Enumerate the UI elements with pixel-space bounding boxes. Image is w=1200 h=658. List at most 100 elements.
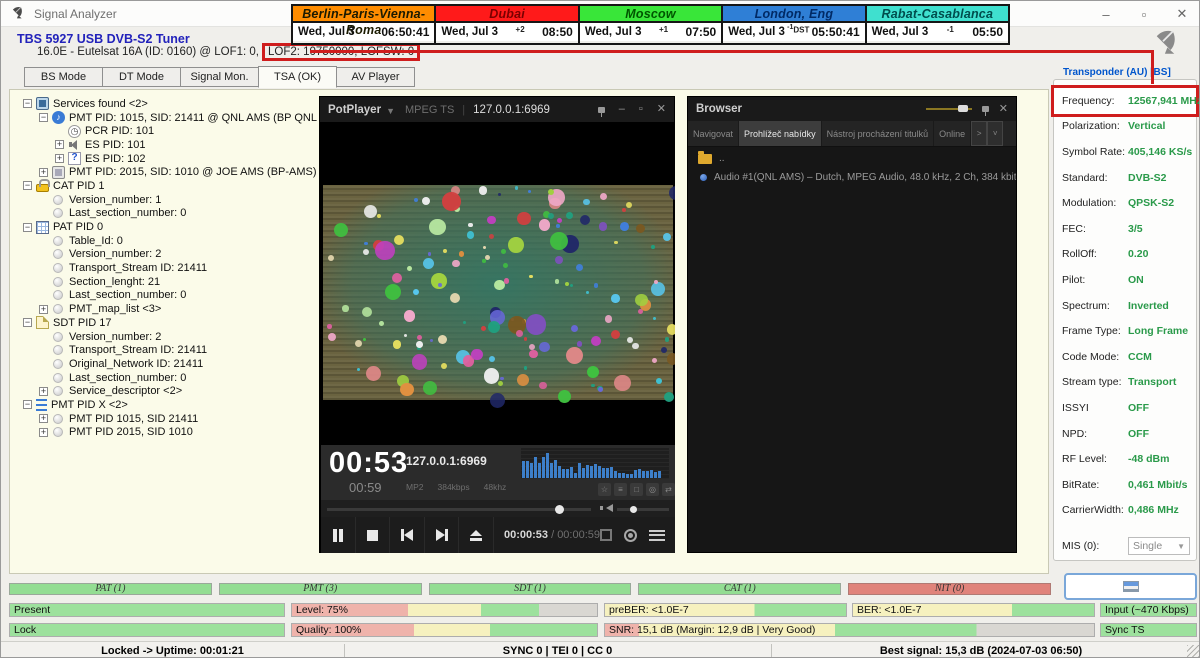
seek-handle[interactable] (555, 505, 564, 514)
maximize-button[interactable]: ▫ (1125, 1, 1163, 27)
ber-bar: BER: <1.0E-7 (852, 603, 1095, 617)
tree-expander-icon[interactable]: + (55, 140, 64, 149)
tree-expander-icon[interactable]: + (39, 428, 48, 437)
potplayer-minimize-icon[interactable]: – (619, 104, 625, 115)
potplayer-titlebar[interactable]: PotPlayer ▼ MPEG TS | 127.0.0.1:6969 – ▫… (320, 97, 674, 122)
potplayer-close-icon[interactable]: ✕ (657, 104, 666, 115)
settings-gear-icon[interactable] (624, 529, 637, 542)
playlist-toggle-icon[interactable] (600, 529, 612, 541)
menu-hamburger-icon[interactable] (649, 530, 665, 541)
tree-item[interactable]: ◷PCR PID: 101 (21, 124, 317, 138)
transponder-label: Frequency: (1062, 95, 1128, 107)
resize-grip[interactable] (1187, 645, 1200, 658)
tab-bs-mode[interactable]: BS Mode (24, 67, 103, 87)
viz-button-2[interactable]: ≡ (614, 483, 627, 496)
tab-dt-mode[interactable]: DT Mode (102, 67, 181, 87)
browser-tab[interactable]: Online (934, 121, 971, 146)
tree-item[interactable]: +PMT_map_list <3> (21, 302, 317, 316)
tree-expander-icon[interactable]: + (39, 387, 48, 396)
transponder-value: 12567,941 MHz (1128, 95, 1200, 107)
tree-item[interactable]: −Services found <2> (21, 97, 317, 111)
tree-item[interactable]: Table_Id: 0 (21, 234, 317, 248)
tree-expander-icon[interactable]: − (23, 99, 32, 108)
tab-signal-mon-[interactable]: Signal Mon. (180, 67, 259, 87)
transponder-label: BitRate: (1062, 479, 1128, 491)
volume-handle[interactable] (630, 506, 637, 513)
close-button[interactable]: ✕ (1163, 1, 1200, 27)
eject-button[interactable] (459, 517, 494, 553)
browser-tab[interactable]: Prohlížeč nabídky (739, 121, 822, 146)
tree-item[interactable]: −PAT PID 0 (21, 220, 317, 234)
pause-button[interactable] (321, 517, 356, 553)
folder-up-item[interactable]: .. (688, 147, 1016, 166)
viz-button-1[interactable]: ☆ (598, 483, 611, 496)
tree-item[interactable]: +PMT PID 1015, SID 21411 (21, 412, 317, 426)
tree-item[interactable]: Last_section_number: 0 (21, 207, 317, 221)
browser-pin-icon[interactable] (982, 106, 989, 112)
transponder-row: Polarization:Vertical (1054, 114, 1196, 140)
tree-item[interactable]: Version_number: 2 (21, 330, 317, 344)
tree-item[interactable]: Original_Network ID: 21411 (21, 357, 317, 371)
seek-slider[interactable] (327, 508, 591, 511)
tree-item[interactable]: +PMT PID 2015, SID 1010 (21, 426, 317, 440)
tree-item[interactable]: −CAT PID 1 (21, 179, 317, 193)
tree-item-label: SDT PID 17 (53, 317, 112, 329)
browser-tab[interactable]: Nástroj procházení titulků (822, 121, 935, 146)
viz-button-3[interactable]: □ (630, 483, 643, 496)
mis-dropdown[interactable]: Single ▼ (1128, 537, 1190, 555)
tab-av-player[interactable]: AV Player (336, 67, 415, 87)
browser-slider-handle[interactable] (958, 105, 968, 112)
volume-icon[interactable] (602, 504, 613, 512)
next-button[interactable] (425, 517, 460, 553)
dot-icon (53, 208, 63, 218)
potplayer-maximize-icon[interactable]: ▫ (639, 104, 643, 115)
tree-item[interactable]: Section_lenght: 21 (21, 275, 317, 289)
tree-expander-icon[interactable]: − (23, 223, 32, 232)
tree-expander-icon[interactable]: + (39, 168, 48, 177)
ts-record-button[interactable] (1064, 573, 1197, 600)
tree-item[interactable]: Transport_Stream ID: 21411 (21, 261, 317, 275)
tree-expander-icon[interactable]: − (23, 400, 32, 409)
video-area[interactable] (321, 122, 675, 445)
viz-button-4[interactable]: ◎ (646, 483, 659, 496)
tree-item[interactable]: Version_number: 1 (21, 193, 317, 207)
tree-expander-icon[interactable]: − (23, 181, 32, 190)
previous-button[interactable] (390, 517, 425, 553)
tab-tsa-ok-[interactable]: TSA (OK) (258, 66, 337, 88)
browser-slider[interactable] (926, 108, 972, 110)
stop-button[interactable] (356, 517, 391, 553)
tree-item[interactable]: Last_section_number: 0 (21, 289, 317, 303)
viz-button-5[interactable]: ⇄ (662, 483, 675, 496)
lock-indicator: Lock (9, 623, 285, 637)
audio-track-item[interactable]: Audio #1(QNL AMS) – Dutch, MPEG Audio, 4… (688, 166, 1016, 185)
browser-next-icon[interactable]: > (971, 121, 987, 146)
volume-slider[interactable] (617, 508, 669, 511)
tree-item[interactable]: +?ES PID: 102 (21, 152, 317, 166)
tree-item[interactable]: −♪PMT PID: 1015, SID: 21411 @ QNL AMS (B… (21, 111, 317, 125)
app-satellite-icon (11, 4, 26, 24)
browser-titlebar[interactable]: Browser ✕ (688, 97, 1016, 121)
tree-item[interactable]: Last_section_number: 0 (21, 371, 317, 385)
tree-expander-icon[interactable]: + (39, 305, 48, 314)
potplayer-menu[interactable]: PotPlayer (328, 104, 381, 116)
tree-item[interactable]: −PMT PID X <2> (21, 398, 317, 412)
dot-icon (53, 290, 63, 300)
tree-item[interactable]: +ES PID: 101 (21, 138, 317, 152)
tree-item[interactable]: +PMT PID: 2015, SID: 1010 @ JOE AMS (BP-… (21, 165, 317, 179)
minimize-button[interactable]: – (1087, 1, 1125, 27)
browser-close-icon[interactable]: ✕ (999, 104, 1008, 115)
tree-expander-icon[interactable]: + (39, 414, 48, 423)
browser-more-icon[interactable]: ˅ (987, 121, 1003, 146)
tree-expander-icon[interactable]: + (55, 154, 64, 163)
pin-icon[interactable] (598, 107, 605, 113)
tree-expander-icon[interactable]: − (39, 113, 48, 122)
tree-item[interactable]: − SDT PID 17 (21, 316, 317, 330)
tree-item[interactable]: Transport_Stream ID: 21411 (21, 343, 317, 357)
tree-item[interactable]: +Service_descriptor <2> (21, 384, 317, 398)
tree-expander-icon[interactable]: − (23, 318, 32, 327)
browser-tab[interactable]: Navigovat (688, 121, 739, 146)
preber-bar: preBER: <1.0E-7 (604, 603, 847, 617)
tree-item-label: Section_lenght: 21 (69, 276, 160, 288)
clock-utc-offset: -1 (928, 25, 972, 34)
tree-item[interactable]: Version_number: 2 (21, 248, 317, 262)
